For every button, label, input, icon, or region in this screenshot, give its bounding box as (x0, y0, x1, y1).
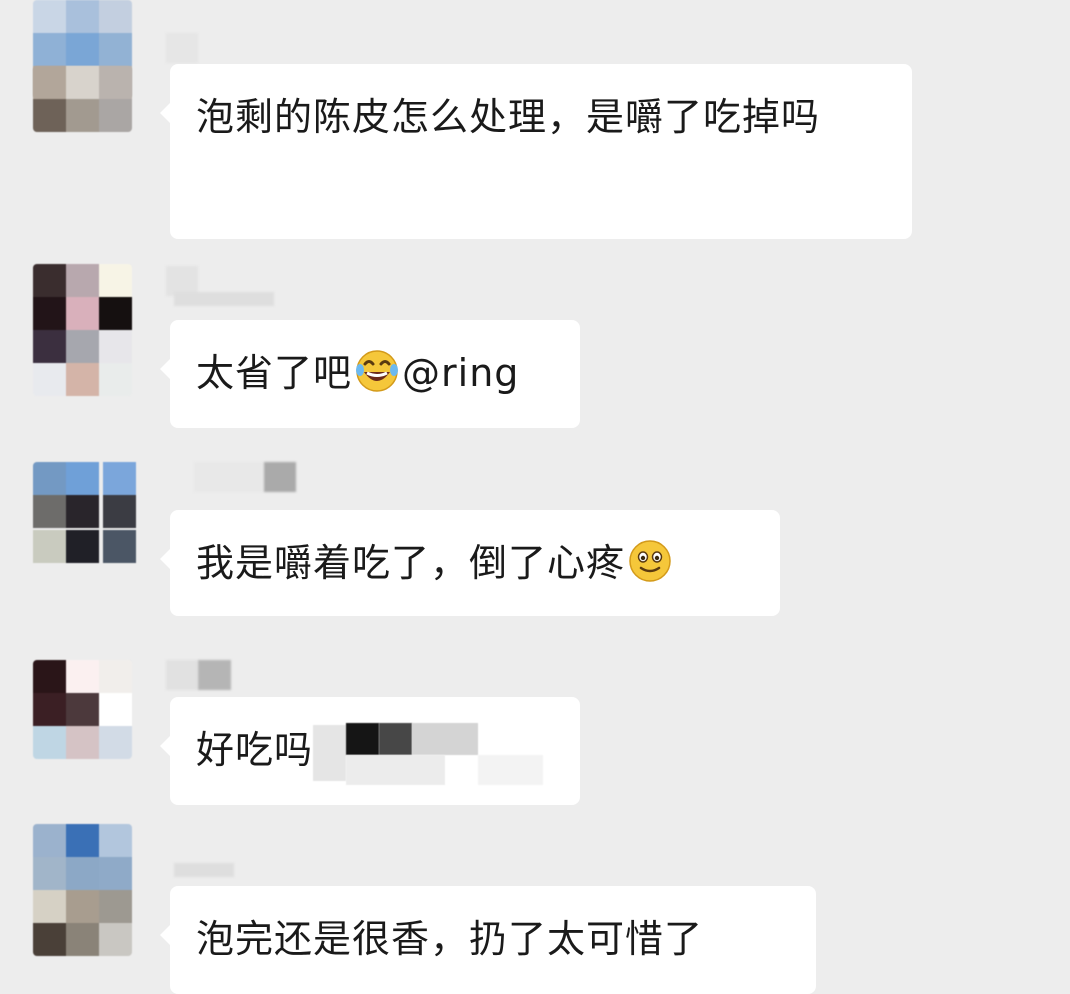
message-text: 好吃吗 (196, 728, 314, 772)
message-text: 泡剩的陈皮怎么处理，是嚼了吃掉吗 (196, 95, 821, 139)
avatar[interactable] (33, 462, 139, 568)
avatar-lower (33, 66, 132, 132)
message-text: 泡完还是很香，扔了太可惜了 (196, 917, 704, 961)
smile-emoji (627, 538, 673, 584)
avatar[interactable] (33, 264, 132, 396)
message-bubble[interactable]: 太省了吧 @ring (160, 320, 580, 428)
message-text: 我是嚼着吃了，倒了心疼 (196, 541, 626, 585)
message-bubble[interactable]: 好吃吗 (160, 697, 580, 805)
message-text: 太省了吧 (196, 351, 353, 395)
message-bubble[interactable]: 泡完还是很香，扔了太可惜了 (160, 886, 816, 994)
message-bubble[interactable]: 泡剩的陈皮怎么处理，是嚼了吃掉吗 (160, 64, 912, 239)
chat-message-list: 泡剩的陈皮怎么处理，是嚼了吃掉吗 太省了吧 @ring 我是嚼着吃了，倒了心疼 … (0, 0, 1070, 994)
avatar[interactable] (33, 660, 132, 759)
message-bubble[interactable]: 我是嚼着吃了，倒了心疼 (160, 510, 780, 616)
avatar[interactable] (33, 824, 132, 956)
redacted-image-mosaic (313, 722, 544, 785)
mention-text[interactable]: @ring (402, 351, 519, 395)
laugh-cry-emoji (354, 348, 400, 394)
